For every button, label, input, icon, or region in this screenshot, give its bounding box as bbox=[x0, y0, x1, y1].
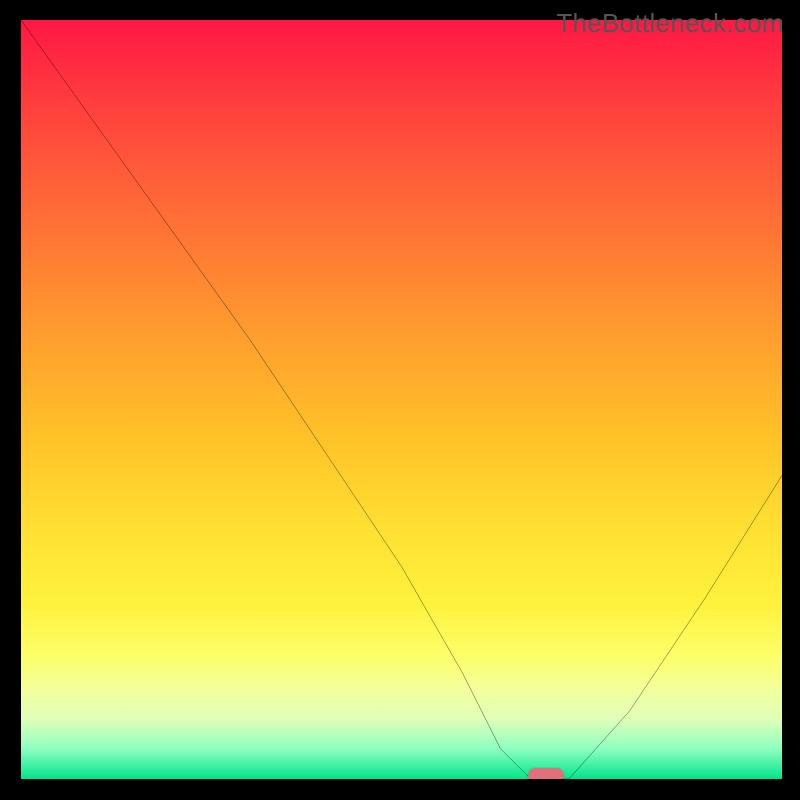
watermark-text: TheBottleneck.com bbox=[556, 8, 784, 39]
curve-path bbox=[21, 20, 782, 779]
chart-plot-area bbox=[18, 20, 782, 782]
optimal-point-marker bbox=[528, 768, 564, 782]
bottleneck-curve bbox=[21, 20, 782, 779]
